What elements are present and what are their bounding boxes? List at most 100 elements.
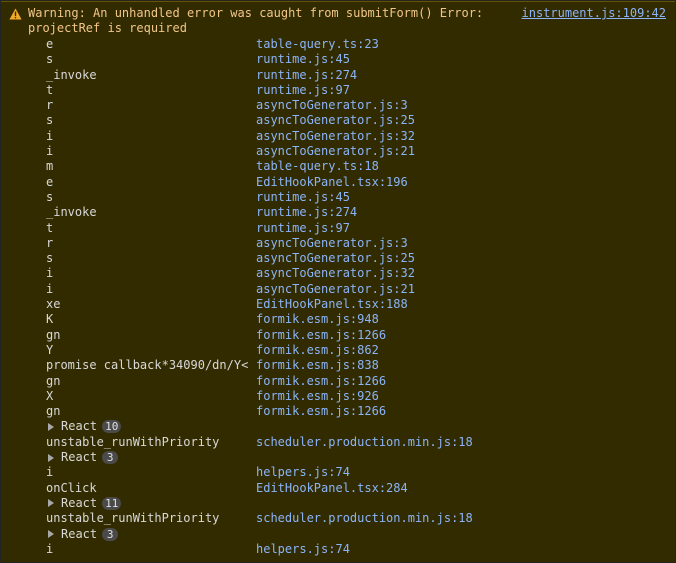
frame-source-link[interactable]: runtime.js:97 (256, 221, 350, 236)
frame-source-link[interactable]: asyncToGenerator.js:3 (256, 98, 408, 113)
frame-function-name: _invoke (46, 67, 97, 82)
stack-frame-row: onClick EditHookPanel.tsx:284 (1, 481, 675, 496)
frame-source-link[interactable]: scheduler.production.min.js:18 (256, 435, 473, 450)
expand-triangle-icon[interactable] (48, 530, 54, 538)
frame-function-name: unstable_runWithPriority (46, 511, 220, 526)
frame-function-name: e (46, 174, 54, 189)
stack-frame-row: Xformik.esm.js:926 (1, 389, 675, 404)
frame-function-name: Y (46, 342, 54, 357)
frame-source-link[interactable]: EditHookPanel.tsx:196 (256, 175, 408, 190)
stack-group-row[interactable]: React 11 (1, 496, 675, 511)
frame-source-link[interactable]: formik.esm.js:862 (256, 343, 379, 358)
group-count-badge: 3 (102, 451, 119, 465)
group-label: React (61, 419, 98, 434)
frame-function-name: s (46, 52, 54, 67)
stack-frame-row: gn formik.esm.js:1266 (1, 328, 675, 343)
frame-function-name: gn (46, 327, 61, 342)
frame-function-name: xe (46, 297, 61, 312)
collapsed-frames-group[interactable]: React 3 (48, 450, 119, 465)
group-count-badge: 10 (102, 420, 122, 434)
frame-source-link[interactable]: scheduler.production.min.js:18 (256, 511, 473, 526)
frame-source-link[interactable]: EditHookPanel.tsx:188 (256, 297, 408, 312)
stack-frame-row: t runtime.js:97 (1, 221, 675, 236)
warning-triangle-icon (9, 8, 22, 20)
stack-frame-row: s asyncToGenerator.js:25 (1, 113, 675, 128)
stack-group-row[interactable]: React 10 (1, 419, 675, 434)
frame-source-link[interactable]: asyncToGenerator.js:32 (256, 266, 415, 281)
warning-header: Warning: An unhandled error was caught f… (1, 2, 675, 35)
stack-frame-row: Kformik.esm.js:948 (1, 312, 675, 327)
frame-source-link[interactable]: formik.esm.js:1266 (256, 374, 386, 389)
frame-source-link[interactable]: EditHookPanel.tsx:284 (256, 481, 408, 496)
frame-function-name: s (46, 189, 54, 204)
console-warning-message: Warning: An unhandled error was caught f… (1, 1, 675, 562)
frame-source-link[interactable]: table-query.ts:23 (256, 37, 379, 52)
stack-frame-row: i asyncToGenerator.js:21 (1, 282, 675, 297)
frame-source-link[interactable]: formik.esm.js:948 (256, 312, 379, 327)
frame-function-name: i (46, 266, 54, 281)
frame-source-link[interactable]: formik.esm.js:1266 (256, 404, 386, 419)
frame-source-link[interactable]: asyncToGenerator.js:25 (256, 113, 415, 128)
stack-frame-row: s runtime.js:45 (1, 190, 675, 205)
frame-function-name: i (46, 541, 54, 556)
frame-function-name: K (46, 312, 54, 327)
stack-frame-row: gn formik.esm.js:1266 (1, 374, 675, 389)
frame-function-name: onClick (46, 480, 97, 495)
frame-source-link[interactable]: asyncToGenerator.js:21 (256, 144, 415, 159)
frame-source-link[interactable]: asyncToGenerator.js:25 (256, 251, 415, 266)
frame-source-link[interactable]: runtime.js:45 (256, 52, 350, 67)
stack-frame-row: unstable_runWithPriority scheduler.produc… (1, 511, 675, 526)
stack-frame-row: _invoke runtime.js:274 (1, 205, 675, 220)
stack-frame-row: m table-query.ts:18 (1, 159, 675, 174)
frame-source-link[interactable]: asyncToGenerator.js:21 (256, 282, 415, 297)
frame-function-name: r (46, 98, 54, 113)
frame-source-link[interactable]: runtime.js:45 (256, 190, 350, 205)
expand-triangle-icon[interactable] (48, 499, 54, 508)
frame-source-link[interactable]: asyncToGenerator.js:32 (256, 129, 415, 144)
frame-source-link[interactable]: asyncToGenerator.js:3 (256, 236, 408, 251)
frame-function-name: X (46, 388, 54, 403)
warning-source-link[interactable]: instrument.js:109:42 (522, 6, 667, 21)
frame-function-name: t (46, 220, 54, 235)
frame-source-link[interactable]: runtime.js:274 (256, 68, 357, 83)
frame-function-name: promise callback*34090/dn/Y< (46, 358, 249, 373)
frame-source-link[interactable]: formik.esm.js:838 (256, 358, 379, 373)
frame-function-name: r (46, 235, 54, 250)
stack-frame-row: i asyncToGenerator.js:32 (1, 266, 675, 281)
frame-source-link[interactable]: formik.esm.js:926 (256, 389, 379, 404)
collapsed-frames-group[interactable]: React 11 (48, 495, 122, 511)
stack-frame-row: Yformik.esm.js:862 (1, 343, 675, 358)
frame-source-link[interactable]: runtime.js:274 (256, 205, 357, 220)
stack-frame-row: r asyncToGenerator.js:3 (1, 236, 675, 251)
frame-source-link[interactable]: helpers.js:74 (256, 542, 350, 557)
stack-group-row[interactable]: React 3 (1, 527, 675, 542)
frame-function-name: gn (46, 404, 61, 419)
stack-frame-row: e table-query.ts:23 (1, 37, 675, 52)
warning-message: Warning: An unhandled error was caught f… (28, 6, 491, 35)
frame-function-name: t (46, 82, 54, 97)
stack-frame-row: s asyncToGenerator.js:25 (1, 251, 675, 266)
group-count-badge: 11 (102, 496, 122, 510)
frame-source-link[interactable]: formik.esm.js:1266 (256, 328, 386, 343)
group-label: React (61, 526, 98, 541)
group-label: React (61, 495, 98, 510)
stack-frame-row: i asyncToGenerator.js:32 (1, 129, 675, 144)
frame-function-name: i (46, 465, 54, 480)
frame-source-link[interactable]: helpers.js:74 (256, 465, 350, 480)
frame-source-link[interactable]: table-query.ts:18 (256, 159, 379, 174)
stack-frame-row: t runtime.js:97 (1, 83, 675, 98)
frame-function-name: s (46, 113, 54, 128)
stack-frame-row: gn formik.esm.js:1266 (1, 404, 675, 419)
frame-function-name: m (46, 159, 54, 174)
stack-frame-row: i helpers.js:74 (1, 465, 675, 480)
expand-triangle-icon[interactable] (48, 453, 54, 462)
frame-function-name: e (46, 37, 54, 51)
stack-frame-row: i asyncToGenerator.js:21 (1, 144, 675, 159)
stack-group-row[interactable]: React 3 (1, 450, 675, 465)
stack-frame-row: i helpers.js:74 (1, 542, 675, 557)
expand-triangle-icon[interactable] (48, 422, 54, 431)
frame-source-link[interactable]: runtime.js:97 (256, 83, 350, 98)
collapsed-frames-group[interactable]: React 3 (48, 526, 119, 542)
stack-frame-row: promise callback*34090/dn/Y< formik.esm.j… (1, 358, 675, 373)
collapsed-frames-group[interactable]: React 10 (48, 419, 122, 434)
